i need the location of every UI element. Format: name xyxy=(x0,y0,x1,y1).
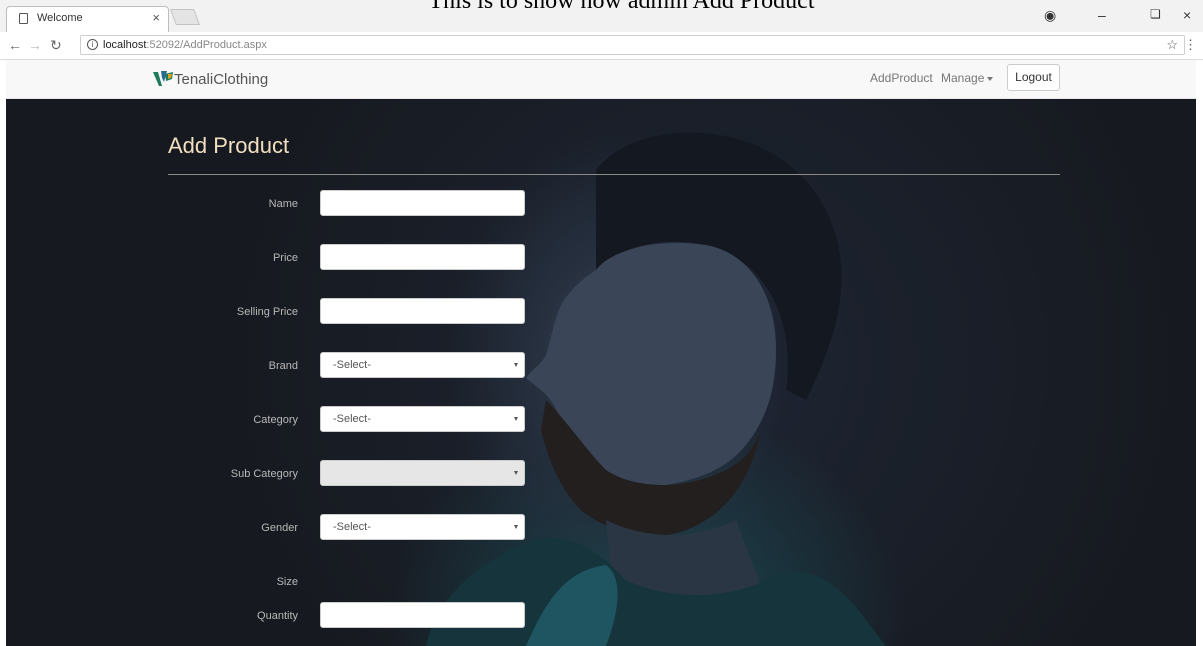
dropdown-arrow-icon xyxy=(514,417,518,421)
tenali-logo-icon xyxy=(153,71,173,86)
title-divider xyxy=(168,174,1060,175)
brand-link[interactable]: TenaliClothing xyxy=(174,71,268,88)
dropdown-arrow-icon xyxy=(514,471,518,475)
reload-icon[interactable]: ↻ xyxy=(50,37,62,54)
info-icon[interactable]: i xyxy=(87,39,98,50)
price-input[interactable] xyxy=(320,244,525,270)
category-select[interactable]: -Select- xyxy=(320,406,525,432)
bookmark-star-icon[interactable]: ☆ xyxy=(1166,37,1178,53)
caret-down-icon xyxy=(987,76,994,81)
back-icon[interactable]: ← xyxy=(8,37,22,53)
brand-select-value: -Select- xyxy=(333,359,371,371)
browser-toolbar: ← → ↻ i localhost:52092/AddProduct.aspx … xyxy=(0,32,1203,60)
url-path: :52092/AddProduct.aspx xyxy=(146,39,267,51)
url-host: localhost xyxy=(103,39,147,51)
category-select-value: -Select- xyxy=(333,413,371,425)
url-text: localhost:52092/AddProduct.aspx xyxy=(103,39,267,51)
category-label: Category xyxy=(253,414,298,426)
name-label: Name xyxy=(268,198,298,210)
subcategory-label: Sub Category xyxy=(230,468,298,480)
caption-text: This is to show how admin Add Product xyxy=(428,0,815,14)
gender-label: Gender xyxy=(261,522,298,534)
site-navbar: TenaliClothing AddProduct Manage Logout xyxy=(6,60,1196,99)
brand-select[interactable]: -Select- xyxy=(320,352,525,378)
dropdown-arrow-icon xyxy=(514,525,518,529)
brand-label: Brand xyxy=(268,360,298,372)
nav-manage-dropdown[interactable]: Manage xyxy=(941,71,994,85)
nav-manage-label: Manage xyxy=(941,71,985,85)
page-title: Add Product xyxy=(168,133,290,158)
price-label: Price xyxy=(272,252,298,264)
size-label: Size xyxy=(276,576,298,588)
logout-button[interactable]: Logout xyxy=(1007,64,1060,91)
subcategory-select[interactable] xyxy=(320,460,525,486)
quantity-label: Quantity xyxy=(257,610,298,622)
quantity-input[interactable] xyxy=(320,602,525,628)
selling-price-input[interactable] xyxy=(320,298,525,324)
forward-icon[interactable]: → xyxy=(28,37,42,53)
gender-select-value: -Select- xyxy=(333,521,371,533)
menu-kebab-icon[interactable]: ⋮ xyxy=(1184,37,1197,53)
name-input[interactable] xyxy=(320,190,525,216)
nav-add-product[interactable]: AddProduct xyxy=(870,71,933,85)
gender-select[interactable]: -Select- xyxy=(320,514,525,540)
dropdown-arrow-icon xyxy=(514,363,518,367)
selling-price-label: Selling Price xyxy=(236,306,298,318)
address-bar[interactable]: i localhost:52092/AddProduct.aspx ☆ xyxy=(80,35,1185,55)
page-viewport: TenaliClothing AddProduct Manage Logout … xyxy=(6,60,1196,646)
